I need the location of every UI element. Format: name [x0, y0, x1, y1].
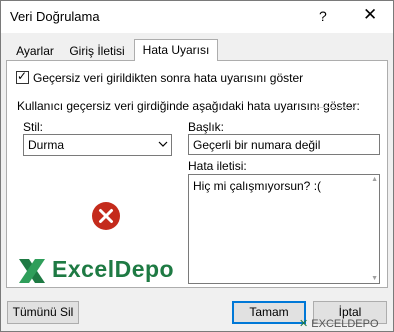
help-button[interactable]: ?	[319, 8, 327, 24]
error-message-textarea[interactable]: Hiç mi çalışmıyorsun? :( ▲ ▼	[188, 174, 380, 284]
title-input-value: Geçerli bir numara değil	[193, 138, 321, 152]
tab-settings[interactable]: Ayarlar	[11, 42, 59, 60]
ok-button[interactable]: Tamam	[232, 301, 306, 324]
scroll-down-arrow-icon[interactable]: ▼	[371, 275, 378, 282]
chevron-down-icon[interactable]	[154, 135, 171, 155]
show-error-alert-checkbox[interactable]: ✓	[16, 69, 29, 84]
error-stop-icon	[91, 201, 121, 234]
scroll-up-arrow-icon[interactable]: ▲	[371, 176, 378, 183]
watermark: ✕ EXCELDEPO	[299, 317, 379, 330]
error-message-value: Hiç mi çalışmıyorsun? :(	[193, 179, 322, 193]
checkmark-icon: ✓	[17, 69, 28, 83]
logo-text: ExcelDepo	[52, 256, 175, 282]
window-title: Veri Doğrulama	[10, 9, 100, 24]
watermark-text: EXCELDEPO	[311, 318, 379, 330]
show-error-alert-label: Geçersiz veri girildikten sonra hata uya…	[33, 71, 304, 85]
style-label: Stil:	[23, 120, 44, 134]
tab-input-message[interactable]: Giriş İletisi	[63, 42, 131, 60]
exceldepo-logo: ExcelDepo	[17, 256, 174, 289]
title-bar: Veri Doğrulama ? ✕	[1, 1, 393, 33]
tab-error-alert[interactable]: Hata Uyarısı	[134, 39, 218, 61]
group-divider	[314, 107, 354, 108]
style-select-value: Durma	[28, 138, 65, 152]
title-label: Başlık:	[188, 120, 225, 134]
error-alert-panel: ✓ Geçersiz veri girildikten sonra hata uy…	[6, 60, 388, 288]
watermark-x-icon: ✕	[299, 318, 309, 330]
close-button[interactable]: ✕	[363, 5, 377, 25]
alert-group-label: Kullanıcı geçersiz veri girdiğinde aşağı…	[17, 99, 360, 113]
style-select[interactable]: Durma	[23, 134, 172, 156]
data-validation-dialog: Veri Doğrulama ? ✕ Ayarlar Giriş İletisi…	[0, 0, 394, 332]
title-input[interactable]: Geçerli bir numara değil	[188, 134, 380, 155]
error-message-label: Hata iletisi:	[188, 159, 247, 173]
clear-all-button[interactable]: Tümünü Sil	[7, 301, 79, 324]
exceldepo-x-icon	[19, 259, 45, 283]
show-error-alert-option[interactable]: ✓ Geçersiz veri girildikten sonra hata uy…	[16, 69, 304, 85]
